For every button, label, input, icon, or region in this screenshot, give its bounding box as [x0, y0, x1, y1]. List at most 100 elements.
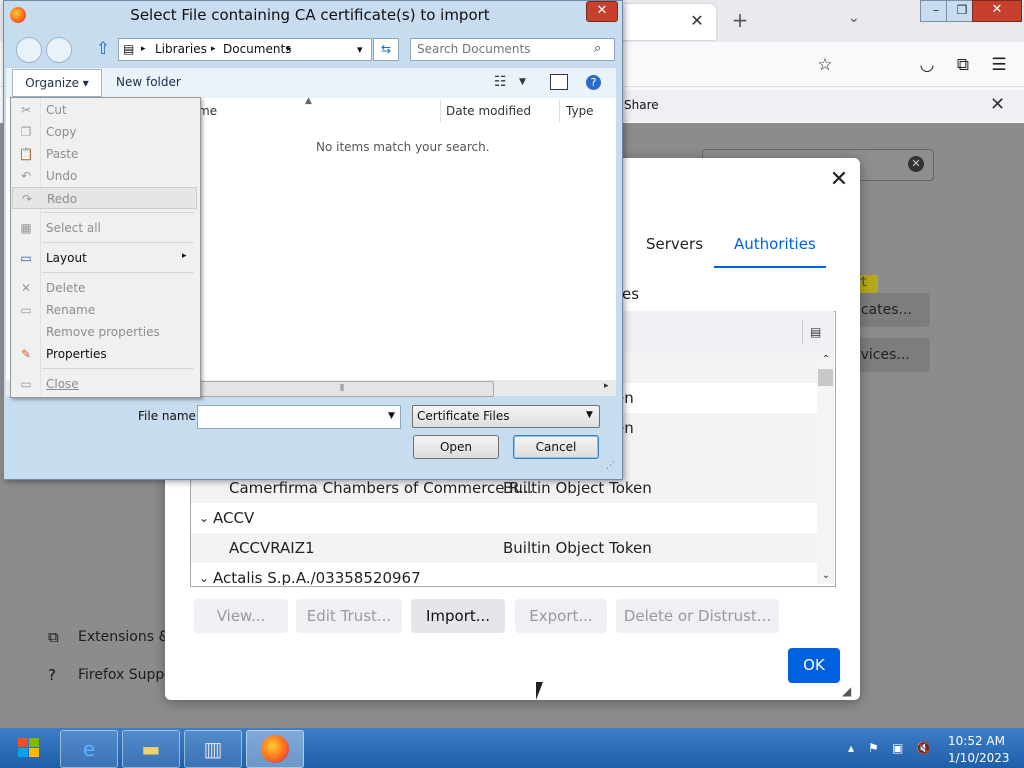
refresh-icon[interactable]: ⇆ [373, 38, 399, 61]
scroll-down-icon[interactable]: ⌄ [820, 570, 832, 581]
menu-separator [42, 242, 194, 243]
new-folder-button[interactable]: New folder [116, 75, 181, 89]
menu-item-paste[interactable]: 📋 Paste [12, 143, 197, 165]
notification-bar [620, 90, 1024, 122]
puzzle-icon: ⧉ [48, 628, 59, 646]
open-button[interactable]: Open [413, 435, 499, 459]
menu-item-undo[interactable]: ↶ Undo [12, 165, 197, 187]
resize-grip-icon[interactable]: ◢ [842, 684, 851, 698]
forward-button[interactable] [46, 37, 72, 63]
cert-name-cell: ACCVRAIZ1 [229, 539, 315, 557]
column-header-type[interactable]: Type [566, 104, 594, 118]
edit-trust-button[interactable]: Edit Trust... [296, 599, 402, 633]
new-tab-icon[interactable]: + [730, 10, 750, 30]
file-name-input[interactable] [201, 409, 381, 425]
breadcrumb-libraries[interactable]: Libraries [155, 39, 207, 60]
scroll-right-icon[interactable]: ▸ [604, 381, 609, 391]
network-icon[interactable]: ▣ [892, 741, 903, 755]
column-picker-icon[interactable]: ▤ [810, 325, 821, 339]
tab-authorities[interactable]: Authorities [734, 235, 816, 265]
preview-pane-icon[interactable] [550, 74, 568, 90]
view-certificates-button[interactable]: ficates... [852, 293, 930, 327]
security-devices-button[interactable]: evices... [852, 338, 930, 372]
back-button[interactable] [16, 37, 42, 63]
address-dropdown-icon[interactable]: ▾ [357, 39, 363, 60]
filter-dropdown-icon[interactable]: ▼ [586, 410, 593, 420]
breadcrumb-separator[interactable]: ▸ [287, 39, 292, 60]
menu-item-close[interactable]: ▭ Close [12, 373, 197, 395]
search-box[interactable] [410, 38, 615, 61]
close-window-button[interactable]: ✕ [972, 0, 1022, 22]
file-type-value: Certificate Files [417, 409, 510, 423]
menu-icon[interactable]: ☰ [988, 54, 1010, 76]
expand-chevron-icon[interactable]: ⌄ [199, 503, 209, 533]
file-explorer-icon[interactable]: ▬ [122, 730, 180, 768]
search-icon[interactable]: ⌕ [594, 41, 601, 56]
file-dialog-close-button[interactable]: ✕ [586, 1, 618, 22]
dialog-resize-grip-icon[interactable]: ⋰ [606, 461, 615, 471]
windows-logo-part [29, 738, 39, 747]
search-input[interactable] [417, 41, 587, 57]
tray-overflow-icon[interactable]: ▴ [848, 741, 854, 755]
pocket-icon[interactable]: ◡ [916, 54, 938, 76]
tree-row[interactable]: ACCVRAIZ1 Builtin Object Token [191, 533, 817, 563]
internet-explorer-icon[interactable]: e [60, 730, 118, 768]
menu-item-copy[interactable]: ❐ Copy [12, 121, 197, 143]
windows-logo-icon [18, 738, 28, 747]
view-dropdown-icon[interactable]: ▼ [519, 77, 526, 87]
tree-scroll-thumb[interactable] [818, 369, 833, 386]
menu-item-layout[interactable]: ▭ Layout [12, 247, 197, 269]
column-header-date[interactable]: Date modified [446, 104, 531, 118]
firefox-taskbar-button[interactable] [246, 730, 304, 768]
breadcrumb-separator[interactable]: ▸ [211, 39, 216, 60]
menu-item-cut[interactable]: ✂ Cut [12, 99, 197, 121]
menu-item-properties[interactable]: ✎ Properties [12, 343, 197, 365]
action-center-flag-icon[interactable]: ⚑ [868, 741, 879, 755]
file-name-dropdown-icon[interactable]: ▼ [388, 411, 395, 421]
view-options-icon[interactable]: ☷ [494, 74, 507, 90]
start-button[interactable] [6, 730, 50, 766]
file-type-filter[interactable]: Certificate Files [412, 405, 600, 428]
menu-item-redo[interactable]: ↷ Redo [12, 187, 197, 209]
bookmark-star-icon[interactable]: ☆ [814, 54, 836, 76]
tree-scrollbar[interactable] [817, 353, 834, 584]
notification-close-icon[interactable]: ✕ [990, 94, 1005, 115]
paste-icon: 📋 [18, 147, 34, 161]
breadcrumb-separator[interactable]: ▸ [141, 39, 146, 60]
file-name-combobox[interactable] [197, 405, 401, 429]
organize-button[interactable]: Organize ▾ [12, 69, 102, 97]
import-button[interactable]: Import... [411, 599, 505, 633]
horizontal-scroll-thumb[interactable]: ⦀ [190, 381, 494, 397]
menu-item-delete[interactable]: ✕ Delete [12, 277, 197, 299]
volume-muted-icon[interactable]: 🔇 [916, 741, 931, 755]
menu-item-remove-properties[interactable]: Remove properties [12, 321, 197, 343]
tab-list-chevron-icon[interactable]: ⌄ [848, 10, 860, 26]
expand-chevron-icon[interactable]: ⌄ [199, 563, 209, 585]
search-clear-icon[interactable]: ✕ [908, 156, 924, 172]
tree-group-row[interactable]: ⌄ ACCV [191, 503, 817, 533]
tab-servers[interactable]: Servers [646, 235, 703, 265]
extensions-icon[interactable]: ⧉ [952, 54, 974, 76]
menu-item-select-all[interactable]: ▦ Select all [12, 217, 197, 239]
export-button[interactable]: Export... [515, 599, 607, 633]
cert-dialog-close-icon[interactable]: ✕ [826, 167, 852, 193]
ok-button[interactable]: OK [788, 648, 840, 683]
address-bar[interactable]: ▤ ▸ Libraries ▸ Documents ▸ ▾ [118, 38, 372, 61]
breadcrumb-documents[interactable]: Documents [223, 39, 291, 60]
view-button[interactable]: View... [194, 599, 288, 633]
delete-icon: ✕ [20, 281, 32, 295]
tab-close-icon[interactable]: ✕ [688, 12, 706, 30]
clock-date[interactable]: 1/10/2023 [948, 751, 1010, 765]
help-icon[interactable]: ? [586, 75, 601, 90]
clock-time[interactable]: 10:52 AM [948, 734, 1005, 748]
up-arrow-icon[interactable]: ⇧ [96, 39, 110, 59]
scroll-up-icon[interactable]: ⌃ [820, 354, 832, 365]
sidebar-item-support[interactable]: Firefox Suppor [78, 667, 179, 683]
share-button[interactable]: Share [624, 98, 659, 112]
server-manager-icon[interactable]: ▥ [184, 730, 242, 768]
copy-icon: ❐ [20, 125, 32, 139]
tree-group-row[interactable]: ⌄ Actalis S.p.A./03358520967 [191, 563, 817, 585]
cancel-button[interactable]: Cancel [513, 435, 599, 459]
delete-distrust-button[interactable]: Delete or Distrust... [616, 599, 779, 633]
menu-item-rename[interactable]: ▭ Rename [12, 299, 197, 321]
